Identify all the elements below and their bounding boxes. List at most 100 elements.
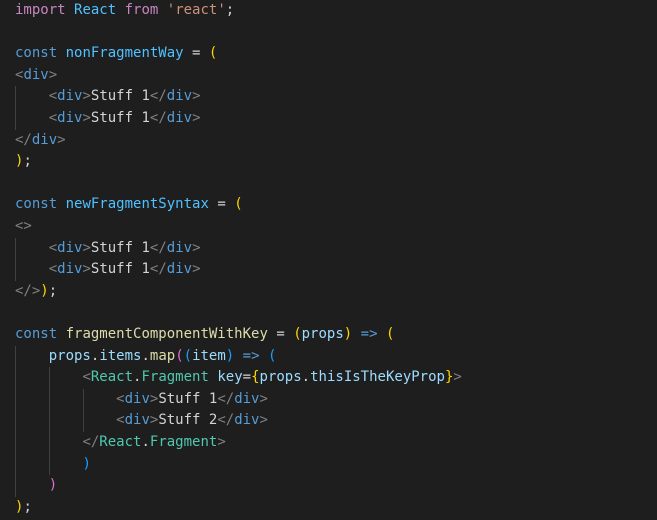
code-token: >	[259, 412, 268, 429]
code-token: Stuff 1	[90, 88, 150, 105]
code-line[interactable]: import React from 'react';	[0, 0, 234, 22]
code-token: div	[23, 66, 49, 83]
code-token: </	[149, 239, 167, 256]
code-token: Stuff 1	[90, 110, 150, 126]
code-token: </	[82, 434, 100, 450]
code-token: >	[82, 261, 91, 278]
code-token: (	[293, 326, 302, 342]
code-token: (	[175, 347, 184, 364]
code-token: >	[82, 88, 91, 105]
code-token: from	[124, 2, 159, 18]
code-token: <	[48, 88, 58, 105]
code-line[interactable]: <div>Stuff 1</div>	[0, 86, 201, 108]
code-token: div	[234, 412, 260, 429]
code-line[interactable]	[0, 22, 15, 44]
code-token: div	[166, 110, 193, 126]
code-line[interactable]: <div>Stuff 1</div>	[0, 108, 201, 130]
code-token: =	[208, 196, 235, 213]
code-line[interactable]: </React.Fragment>	[0, 432, 226, 454]
code-token: (	[234, 196, 243, 213]
code-token: const	[15, 326, 58, 342]
code-token: </	[149, 88, 167, 105]
code-token: </	[149, 261, 167, 278]
code-line[interactable]: );	[0, 497, 32, 519]
code-token: div	[57, 110, 83, 126]
code-token: </>	[15, 282, 41, 299]
code-token: Stuff 1	[90, 239, 150, 256]
code-token: <>	[15, 218, 32, 234]
code-token: Stuff 1	[90, 261, 150, 278]
code-line[interactable]: <div>Stuff 2</div>	[0, 410, 268, 432]
code-line[interactable]: )	[0, 475, 57, 497]
code-token: const	[15, 45, 58, 62]
code-token: <	[48, 110, 58, 126]
code-token: React	[99, 434, 142, 450]
code-token: >	[57, 131, 66, 148]
code-token: >	[192, 88, 201, 105]
code-token: <	[48, 261, 58, 278]
code-line[interactable]: )	[0, 454, 90, 476]
code-line[interactable]: </div>	[0, 130, 66, 152]
code-token: div	[124, 390, 150, 407]
code-token: Fragment	[149, 434, 218, 450]
code-token: )	[40, 282, 49, 299]
code-token: >	[192, 110, 201, 126]
code-token: >	[192, 261, 201, 278]
code-token: =	[183, 45, 209, 62]
code-token: newFragmentSyntax	[65, 196, 209, 213]
code-token: <	[116, 412, 125, 429]
code-token: )	[225, 347, 235, 364]
code-line[interactable]: <React.Fragment key={props.thisIsTheKeyP…	[0, 367, 461, 389]
code-token: ;	[48, 282, 58, 299]
code-token: div	[57, 239, 83, 256]
code-token: >	[48, 66, 58, 83]
code-editor[interactable]: import React from 'react'; const nonFragm…	[0, 0, 657, 520]
code-token: ;	[23, 153, 32, 170]
code-line[interactable]: );	[0, 151, 32, 173]
code-line[interactable]: const nonFragmentWay = (	[0, 43, 217, 65]
code-token: div	[166, 261, 193, 278]
code-token: items	[99, 347, 142, 364]
code-token: =>	[352, 326, 386, 342]
code-token: (	[267, 347, 277, 364]
code-token: <	[116, 390, 125, 407]
code-line[interactable]: const newFragmentSyntax = (	[0, 194, 243, 216]
code-line[interactable]: <>	[0, 216, 32, 238]
code-token: >	[217, 434, 226, 450]
code-line[interactable]: <div>	[0, 65, 57, 87]
code-token: (	[208, 45, 218, 62]
code-token: props	[301, 326, 344, 342]
code-token: map	[149, 347, 176, 364]
code-line[interactable]: </>);	[0, 281, 57, 303]
code-line[interactable]: const fragmentComponentWithKey = (props)…	[0, 324, 394, 346]
code-token: )	[48, 477, 58, 494]
code-token: 'react'	[166, 2, 226, 18]
code-token: div	[31, 131, 58, 148]
code-token: Stuff 1	[158, 390, 218, 407]
code-token: </	[149, 110, 167, 126]
code-token: >	[82, 239, 91, 256]
code-token: fragmentComponentWithKey	[65, 326, 268, 342]
code-line[interactable]: <div>Stuff 1</div>	[0, 238, 201, 260]
code-line[interactable]: <div>Stuff 1</div>	[0, 259, 201, 281]
code-line[interactable]: <div>Stuff 1</div>	[0, 389, 268, 411]
code-token: key	[217, 369, 243, 386]
code-token: >	[192, 239, 201, 256]
code-line[interactable]	[0, 173, 15, 195]
code-token: >	[82, 110, 91, 126]
code-line[interactable]	[0, 302, 15, 324]
code-line[interactable]: props.items.map((item) => (	[0, 346, 277, 368]
code-token: </	[217, 412, 235, 429]
